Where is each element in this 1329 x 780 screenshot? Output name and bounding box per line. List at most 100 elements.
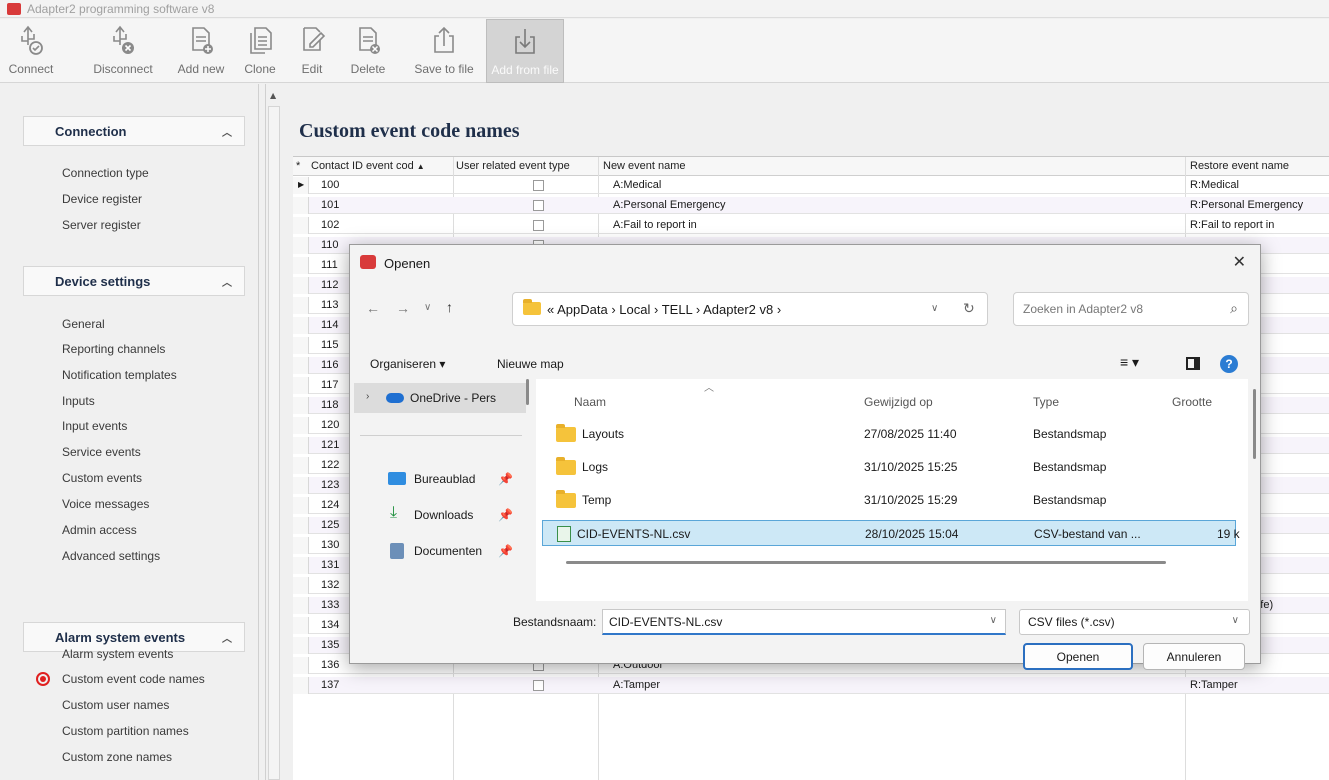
search-box[interactable]: Zoeken in Adapter2 v8 ⌕ [1013, 292, 1249, 326]
cell-restore-name[interactable]: R:Tamper [1190, 679, 1238, 691]
nav-item-downloads[interactable]: ⤓ Downloads 📌 [388, 503, 534, 529]
cell-code[interactable]: 136 [321, 659, 339, 671]
sidebar-item-alarm-system-events[interactable]: Alarm system events [62, 647, 173, 661]
col-header-name[interactable]: Naam [574, 395, 606, 409]
connect-button[interactable]: Connect [0, 19, 62, 83]
nav-scrollbar[interactable] [526, 379, 529, 405]
vertical-scrollbar[interactable]: ▲ [268, 91, 280, 780]
sidebar-item-device-register[interactable]: Device register [62, 192, 142, 206]
cell-code[interactable]: 137 [321, 679, 339, 691]
cell-restore-name[interactable]: R:Personal Emergency [1190, 199, 1303, 211]
table-row[interactable]: 102 A:Fail to report in R:Fail to report i… [293, 217, 1329, 234]
sidebar-splitter[interactable] [258, 84, 266, 780]
cell-code[interactable]: 132 [321, 579, 339, 591]
sidebar-item-input-events[interactable]: Input events [62, 419, 127, 433]
cell-code[interactable]: 115 [321, 339, 339, 351]
new-folder-button[interactable]: Nieuwe map [497, 357, 564, 371]
add-new-button[interactable]: Add new [172, 19, 230, 83]
search-input[interactable]: Zoeken in Adapter2 v8 [1023, 302, 1143, 316]
row-selector[interactable] [293, 537, 309, 554]
sidebar-item-custom-partition-names[interactable]: Custom partition names [62, 724, 189, 738]
recent-chevron-icon[interactable]: ∨ [424, 302, 431, 313]
cell-new-name[interactable]: A:Fail to report in [613, 219, 697, 231]
expand-chevron-icon[interactable]: › [366, 391, 369, 402]
cell-new-name[interactable]: A:Personal Emergency [613, 199, 726, 211]
row-selector[interactable] [293, 577, 309, 594]
user-related-checkbox[interactable] [533, 180, 544, 191]
folder-item[interactable]: Layouts 27/08/2025 11:40 Bestandsmap [542, 421, 1236, 447]
view-options-icon[interactable]: ≡ ▾ [1120, 354, 1139, 371]
sidebar-item-reporting-channels[interactable]: Reporting channels [62, 342, 165, 356]
sidebar-item-admin-access[interactable]: Admin access [62, 523, 137, 537]
row-selector[interactable] [293, 277, 309, 294]
row-selector[interactable] [293, 437, 309, 454]
col-header-modified[interactable]: Gewijzigd op [864, 395, 933, 409]
close-icon[interactable]: ✕ [1233, 252, 1246, 272]
filetype-select[interactable]: CSV files (*.csv) ∨ [1019, 609, 1250, 635]
cell-code[interactable]: 101 [321, 199, 339, 211]
cell-code[interactable]: 117 [321, 379, 339, 391]
row-selector[interactable] [293, 497, 309, 514]
header-contact-id[interactable]: Contact ID event cod ▲ [311, 160, 425, 172]
file-list-scrollbar[interactable] [1253, 389, 1256, 459]
file-list-h-scrollbar[interactable] [566, 561, 1166, 564]
nav-item-onedrive[interactable]: › OneDrive - Pers [354, 383, 526, 413]
cell-code[interactable]: 116 [321, 359, 339, 371]
nav-item-documents[interactable]: Documenten 📌 [388, 539, 534, 565]
delete-button[interactable]: Delete [338, 19, 398, 83]
chevron-down-icon[interactable]: ∨ [931, 303, 938, 314]
sidebar-item-advanced-settings[interactable]: Advanced settings [62, 549, 160, 563]
search-icon[interactable]: ⌕ [1230, 300, 1238, 317]
cell-restore-name[interactable]: R:Fail to report in [1190, 219, 1274, 231]
table-row[interactable]: 101 A:Personal Emergency R:Personal Emerge… [293, 197, 1329, 214]
cell-code[interactable]: 122 [321, 459, 339, 471]
row-selector[interactable] [293, 417, 309, 434]
cell-code[interactable]: 100 [321, 179, 339, 191]
cell-code[interactable]: 120 [321, 419, 339, 431]
chevron-down-icon[interactable]: ∨ [990, 615, 997, 626]
chevron-down-icon[interactable]: ∨ [1232, 615, 1239, 626]
open-button[interactable]: Openen [1023, 643, 1133, 670]
cell-code[interactable]: 130 [321, 539, 339, 551]
cell-code[interactable]: 113 [321, 299, 339, 311]
table-row[interactable]: ▶ 100 A:Medical R:Medical [293, 177, 1329, 194]
cell-new-name[interactable]: A:Tamper [613, 679, 660, 691]
add-from-file-button[interactable]: Add from file [486, 19, 564, 83]
sidebar-item-inputs[interactable]: Inputs [62, 394, 95, 408]
header-user-related[interactable]: User related event type [456, 160, 570, 172]
col-header-type[interactable]: Type [1033, 395, 1059, 409]
scroll-up-icon[interactable]: ▲ [270, 91, 276, 100]
filename-input[interactable]: CID-EVENTS-NL.csv ∨ [602, 609, 1006, 635]
cell-code[interactable]: 131 [321, 559, 339, 571]
sidebar-item-general[interactable]: General [62, 317, 105, 331]
sidebar-item-notification-templates[interactable]: Notification templates [62, 368, 177, 382]
row-selector[interactable] [293, 557, 309, 574]
row-selector[interactable] [293, 597, 309, 614]
folder-item[interactable]: Logs 31/10/2025 15:25 Bestandsmap [542, 454, 1236, 480]
row-selector[interactable] [293, 337, 309, 354]
clone-button[interactable]: Clone [238, 19, 282, 83]
back-icon[interactable]: ← [366, 300, 380, 316]
row-selector[interactable] [293, 617, 309, 634]
cell-code[interactable]: 111 [321, 259, 338, 271]
user-related-checkbox[interactable] [533, 220, 544, 231]
header-restore-event-name[interactable]: Restore event name [1190, 160, 1289, 172]
folder-item[interactable]: Temp 31/10/2025 15:29 Bestandsmap [542, 487, 1236, 513]
sidebar-item-voice-messages[interactable]: Voice messages [62, 497, 149, 511]
file-item[interactable]: CID-EVENTS-NL.csv 28/10/2025 15:04 CSV-bes… [542, 520, 1240, 546]
row-selector[interactable] [293, 397, 309, 414]
row-selector[interactable] [293, 657, 309, 674]
cell-code[interactable]: 134 [321, 619, 339, 631]
row-selector[interactable] [293, 677, 309, 694]
breadcrumb-local[interactable]: Local [619, 302, 650, 317]
cell-code[interactable]: 133 [321, 599, 339, 611]
cell-code[interactable]: 124 [321, 499, 339, 511]
row-selector[interactable] [293, 457, 309, 474]
cell-code[interactable]: 114 [321, 319, 339, 331]
user-related-checkbox[interactable] [533, 200, 544, 211]
sidebar-item-connection-type[interactable]: Connection type [62, 166, 149, 180]
forward-icon[interactable]: → [396, 300, 410, 316]
row-selector[interactable] [293, 217, 309, 234]
section-connection[interactable]: Connection ︿ [23, 116, 245, 146]
row-selector[interactable] [293, 297, 309, 314]
